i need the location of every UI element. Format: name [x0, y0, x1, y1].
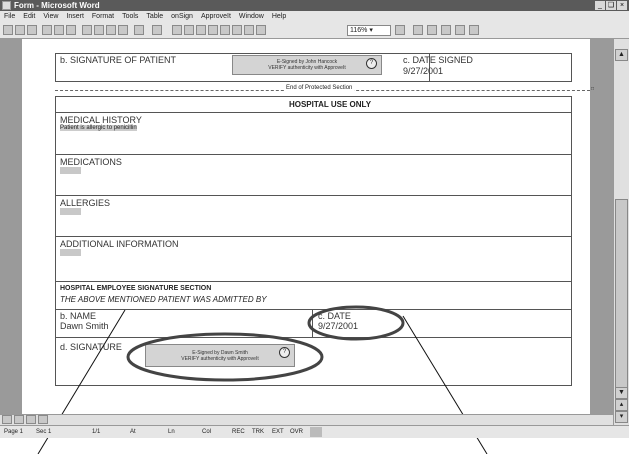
previous-page-icon[interactable]: ▴	[615, 399, 628, 411]
status-bar: Page 1 Sec 1 1/1 At Ln Col REC TRK EXT O…	[0, 425, 629, 438]
date-callout-ring	[307, 305, 405, 341]
status-ext[interactable]: EXT	[272, 427, 284, 437]
status-col: Col	[202, 429, 212, 435]
status-page: Page 1	[4, 429, 24, 435]
callout-overlay	[37, 305, 488, 454]
spelling-status-icon[interactable]	[310, 427, 322, 437]
next-page-icon[interactable]: ▾	[615, 411, 628, 423]
vertical-scrollbar[interactable]: ▲ ▼ ▴ ▾	[613, 39, 629, 425]
scroll-up-icon[interactable]: ▲	[615, 49, 628, 61]
outline-view-icon[interactable]	[38, 415, 48, 424]
status-trk[interactable]: TRK	[252, 427, 264, 437]
scroll-thumb[interactable]	[615, 199, 628, 389]
normal-view-icon[interactable]	[2, 415, 12, 424]
status-ln: Ln	[168, 429, 175, 435]
status-position: 1/1	[92, 429, 101, 435]
status-ovr[interactable]: OVR	[290, 427, 303, 437]
horizontal-scrollbar[interactable]	[0, 414, 613, 425]
status-section: Sec 1	[36, 429, 52, 435]
signature-callout-ring	[126, 332, 324, 382]
status-rec[interactable]: REC	[232, 427, 245, 437]
web-layout-icon[interactable]	[14, 415, 24, 424]
status-at: At	[130, 429, 136, 435]
scroll-down-icon[interactable]: ▼	[615, 387, 628, 399]
print-layout-icon[interactable]	[26, 415, 36, 424]
